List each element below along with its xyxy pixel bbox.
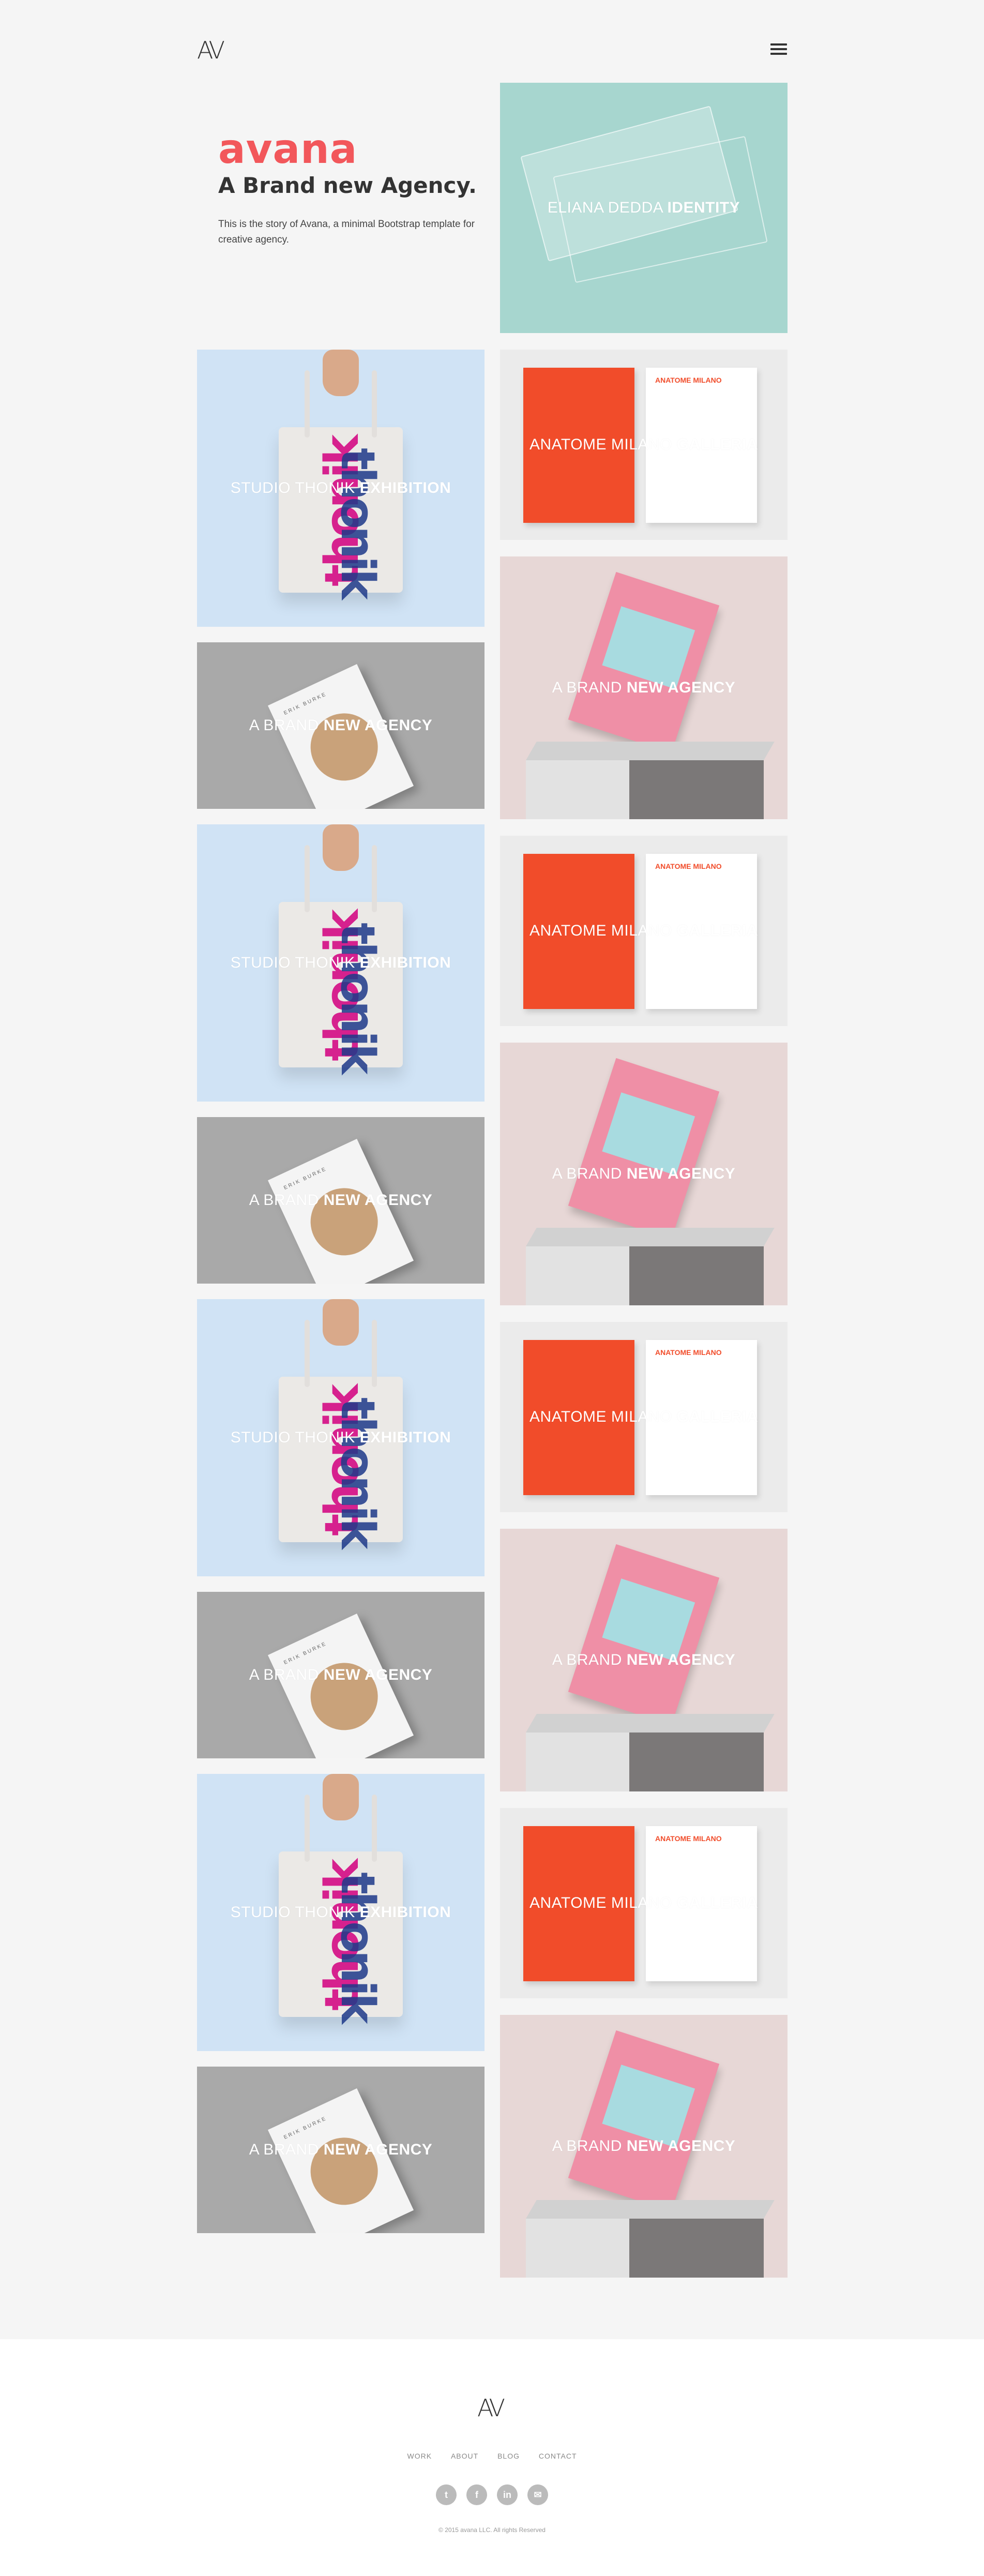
twitter-icon[interactable]: t: [436, 2484, 457, 2505]
brand-name: avana: [218, 126, 358, 173]
project-agency[interactable]: A BRAND NEW AGENCY: [500, 1529, 788, 1791]
book: ERIK BURKE: [267, 664, 414, 809]
hand: [323, 1774, 359, 1820]
page: AV avana A Brand new Agency. This is the…: [0, 0, 984, 2576]
footer-link-blog[interactable]: BLOG: [497, 2452, 520, 2460]
project-caption: STUDIO THONIK EXHIBITION: [230, 1904, 451, 1921]
pedestal: [526, 742, 775, 819]
project-caption: STUDIO THONIK EXHIBITION: [230, 479, 451, 496]
email-icon[interactable]: ✉: [527, 2484, 548, 2505]
hamburger-icon[interactable]: [770, 43, 787, 56]
project-caption: A BRAND NEW AGENCY: [249, 1666, 433, 1683]
poster: [568, 571, 720, 754]
project-agency[interactable]: A BRAND NEW AGENCY: [500, 1043, 788, 1305]
tagline: A Brand new Agency.: [218, 173, 477, 198]
project-identity[interactable]: ELIANA DEDDA IDENTITY: [500, 83, 788, 333]
logo[interactable]: AV: [197, 38, 225, 62]
tote-bag: thonik thonik: [279, 1795, 403, 2021]
pedestal: [526, 1228, 775, 1305]
project-caption: ELIANA DEDDA IDENTITY: [547, 199, 740, 216]
pedestal: [526, 2200, 775, 2278]
project-agency[interactable]: A BRAND NEW AGENCY: [500, 2015, 788, 2278]
project-caption: A BRAND NEW AGENCY: [249, 2141, 433, 2158]
project-galleria[interactable]: ANATOME MILANO ANATOME MILANO GALLERIA: [500, 1808, 788, 1998]
project-caption: A BRAND NEW AGENCY: [552, 1651, 736, 1668]
project-caption: STUDIO THONIK EXHIBITION: [230, 954, 451, 971]
project-exhibition[interactable]: thonik thonik STUDIO THONIK EXHIBITION: [197, 350, 485, 627]
book: ERIK BURKE: [267, 2088, 414, 2233]
footer-link-contact[interactable]: CONTACT: [539, 2452, 577, 2460]
header: AV: [0, 0, 984, 83]
book: ERIK BURKE: [267, 1614, 414, 1758]
tote-bag: thonik thonik: [279, 370, 403, 597]
book: ERIK BURKE: [267, 1139, 414, 1284]
project-agency-book[interactable]: ERIK BURKE A BRAND NEW AGENCY: [197, 1117, 485, 1284]
pedestal: [526, 1714, 775, 1791]
project-galleria[interactable]: ANATOME MILANO ANATOME MILANO GALLERIA: [500, 836, 788, 1026]
project-exhibition[interactable]: thonik thonik STUDIO THONIK EXHIBITION: [197, 1774, 485, 2051]
project-caption: A BRAND NEW AGENCY: [552, 679, 736, 696]
project-caption: ANATOME MILANO GALLERIA: [529, 922, 759, 939]
project-agency-book[interactable]: ERIK BURKE A BRAND NEW AGENCY: [197, 1592, 485, 1758]
footer-link-about[interactable]: ABOUT: [451, 2452, 478, 2460]
project-galleria[interactable]: ANATOME MILANO ANATOME MILANO GALLERIA: [500, 350, 788, 540]
project-caption: ANATOME MILANO GALLERIA: [529, 1894, 759, 1911]
footer: AV WORK ABOUT BLOG CONTACT t f in ✉ © 20…: [0, 2339, 984, 2576]
footer-nav: WORK ABOUT BLOG CONTACT: [0, 2452, 984, 2460]
linkedin-icon[interactable]: in: [497, 2484, 518, 2505]
footer-link-work[interactable]: WORK: [407, 2452, 432, 2460]
project-agency-book[interactable]: ERIK BURKE A BRAND NEW AGENCY: [197, 642, 485, 809]
poster: [568, 1544, 720, 1726]
project-caption: A BRAND NEW AGENCY: [249, 717, 433, 734]
hand: [323, 350, 359, 396]
hand: [323, 824, 359, 871]
hand: [323, 1299, 359, 1346]
poster: [568, 2030, 720, 2212]
intro: avana A Brand new Agency. This is the st…: [218, 129, 497, 248]
project-caption: ANATOME MILANO GALLERIA: [529, 1408, 759, 1425]
footer-logo[interactable]: AV: [477, 2396, 505, 2420]
project-caption: ANATOME MILANO GALLERIA: [529, 436, 759, 453]
intro-description: This is the story of Avana, a minimal Bo…: [218, 219, 475, 245]
poster: [568, 1058, 720, 1240]
project-caption: A BRAND NEW AGENCY: [552, 1165, 736, 1182]
tote-bag: thonik thonik: [279, 845, 403, 1072]
project-agency-book[interactable]: ERIK BURKE A BRAND NEW AGENCY: [197, 2067, 485, 2233]
project-exhibition[interactable]: thonik thonik STUDIO THONIK EXHIBITION: [197, 824, 485, 1102]
facebook-icon[interactable]: f: [466, 2484, 487, 2505]
project-caption: STUDIO THONIK EXHIBITION: [230, 1429, 451, 1446]
tote-bag: thonik thonik: [279, 1320, 403, 1546]
copyright: © 2015 avana LLC. All rights Reserved: [438, 2526, 546, 2534]
project-exhibition[interactable]: thonik thonik STUDIO THONIK EXHIBITION: [197, 1299, 485, 1576]
project-agency[interactable]: A BRAND NEW AGENCY: [500, 556, 788, 819]
project-caption: A BRAND NEW AGENCY: [249, 1192, 433, 1209]
social-links: t f in ✉: [0, 2484, 984, 2505]
project-caption: A BRAND NEW AGENCY: [552, 2137, 736, 2155]
project-galleria[interactable]: ANATOME MILANO ANATOME MILANO GALLERIA: [500, 1322, 788, 1512]
